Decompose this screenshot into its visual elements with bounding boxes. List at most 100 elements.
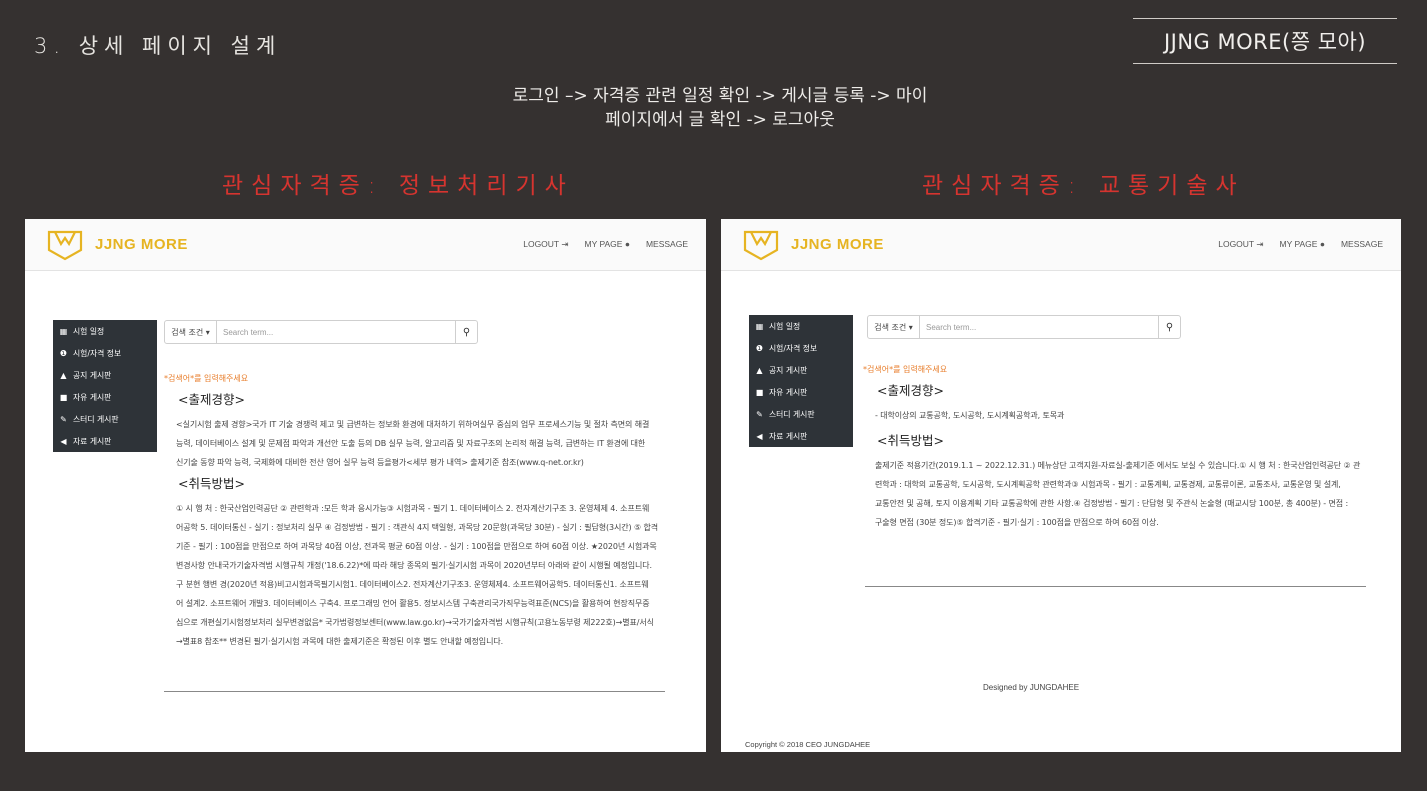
navbar: JJNG MORE LOGOUT ⇥ MY PAGE ● MESSAGE — [721, 219, 1401, 271]
nav-links: LOGOUT ⇥ MY PAGE ● MESSAGE — [523, 239, 688, 250]
sidebar-item-label: 공지 게시판 — [769, 365, 808, 375]
screenshot-info-processing: JJNG MORE LOGOUT ⇥ MY PAGE ● MESSAGE ▦ 시험… — [25, 219, 706, 752]
logout-label: LOGOUT — [1218, 239, 1254, 249]
search-hint: *검색어*를 입력해주세요 — [164, 374, 249, 383]
acquire-paragraph: ① 시 행 처 : 한국산업인력공단 ② 관련학과 :모든 학과 응시가능③ 시… — [164, 499, 694, 651]
logo[interactable]: JJNG MORE — [45, 228, 188, 262]
logout-icon: ⇥ — [561, 239, 569, 249]
mypage-label: MY PAGE — [584, 239, 623, 249]
sidebar-item-notice[interactable]: ▲ 공지 게시판 — [749, 359, 853, 381]
sidebar-item-label: 시험/자격 정보 — [769, 343, 818, 353]
logo-icon — [743, 230, 779, 260]
text-line: 기준 - 필기 : 100점을 만점으로 하여 과목당 40점 이상, 전과목 … — [176, 542, 657, 551]
section-title-acquire: <취득방법> — [877, 433, 944, 448]
divider — [865, 586, 1366, 587]
user-flow: 로그인 –> 자격증 관련 일정 확인 -> 게시글 등록 -> 마이 페이지에… — [0, 84, 1427, 132]
sidebar: ▦ 시험 일정 ❶ 시험/자격 정보 ▲ 공지 게시판 ■ 자유 게시판 ✎ 스터디 게시… — [53, 320, 157, 452]
share-icon: ◀ — [756, 431, 763, 441]
trend-paragraph: - 대학이상의 교통공학, 도시공학, 도시계획공학과, 토목과 — [863, 406, 1393, 425]
divider — [164, 691, 665, 692]
logout-link[interactable]: LOGOUT ⇥ — [523, 239, 568, 250]
search-icon: ⚲ — [462, 326, 471, 338]
sidebar-item-exam-info[interactable]: ❶ 시험/자격 정보 — [749, 337, 853, 359]
flow-line-1: 로그인 –> 자격증 관련 일정 확인 -> 게시글 등록 -> 마이 — [512, 86, 928, 106]
text-line: 능력, 데이터베이스 설계 및 문제점 파악과 개선안 도출 등의 DB 실무 … — [176, 439, 646, 448]
flow-line-2: 페이지에서 글 확인 -> 로그아웃 — [605, 110, 835, 130]
calendar-icon: ▦ — [755, 321, 764, 331]
interest-left: 관심자격증: 정보처리기사 — [222, 173, 574, 199]
logo-text: JJNG MORE — [791, 236, 884, 253]
message-link[interactable]: MESSAGE — [1341, 239, 1383, 250]
sidebar-item-free-board[interactable]: ■ 자유 게시판 — [53, 386, 157, 408]
search-icon: ⚲ — [1165, 321, 1174, 333]
sidebar-item-resource-board[interactable]: ◀ 자료 게시판 — [749, 425, 853, 447]
sidebar-item-study-board[interactable]: ✎ 스터디 게시판 — [749, 403, 853, 425]
pencil-icon: ✎ — [756, 409, 763, 419]
sidebar-item-label: 공지 게시판 — [73, 370, 112, 380]
sidebar-item-label: 자료 게시판 — [73, 436, 112, 446]
mypage-label: MY PAGE — [1279, 239, 1318, 249]
sidebar-item-study-board[interactable]: ✎ 스터디 게시판 — [53, 408, 157, 430]
sidebar-item-label: 자료 게시판 — [769, 431, 808, 441]
bell-icon: ▲ — [756, 365, 763, 375]
text-line: 신기술 동향 파악 능력, 국제화에 대비한 전산 영어 실무 능력 등을평가<… — [176, 458, 584, 467]
nav-links: LOGOUT ⇥ MY PAGE ● MESSAGE — [1218, 239, 1383, 250]
user-icon: ● — [624, 239, 630, 249]
sidebar-item-free-board[interactable]: ■ 자유 게시판 — [749, 381, 853, 403]
bell-icon: ▲ — [60, 370, 67, 380]
text-line: 어공학 5. 데이터통신 - 실기 : 정보처리 실무 ④ 검정방법 - 필기 … — [176, 523, 659, 532]
logo[interactable]: JJNG MORE — [741, 228, 884, 262]
mypage-link[interactable]: MY PAGE ● — [584, 239, 629, 250]
screenshot-traffic-engineer: JJNG MORE LOGOUT ⇥ MY PAGE ● MESSAGE ▦ 시험… — [721, 219, 1401, 752]
sidebar-item-resource-board[interactable]: ◀ 자료 게시판 — [53, 430, 157, 452]
mypage-link[interactable]: MY PAGE ● — [1279, 239, 1324, 250]
slide-title: 3. 상세 페이지 설계 — [34, 34, 282, 58]
share-icon: ◀ — [60, 436, 67, 446]
search-input[interactable]: Search term... — [217, 321, 455, 343]
brand-title: JJNG MORE(쯩 모아) — [1133, 18, 1397, 64]
navbar: JJNG MORE LOGOUT ⇥ MY PAGE ● MESSAGE — [25, 219, 706, 271]
acquire-paragraph: 출제기준 적용기간(2019.1.1 ~ 2022.12.31.) 메뉴상단 고… — [863, 456, 1393, 532]
search-bar: 검색 조건 ▾ Search term... ⚲ — [164, 320, 478, 344]
search-condition-dropdown[interactable]: 검색 조건 ▾ — [165, 321, 217, 343]
search-hint: *검색어*를 입력해주세요 — [863, 365, 948, 374]
content-area: *검색어*를 입력해주세요 <출제경향> <실기시험 출제 경향>국가 IT 기… — [164, 369, 694, 651]
section-title-trend: <출제경향> — [877, 383, 944, 398]
text-line: ① 시 행 처 : 한국산업인력공단 ② 관련학과 :모든 학과 응시가능③ 시… — [176, 504, 650, 513]
info-icon: ❶ — [59, 348, 68, 358]
text-line: 구술형 면접 (30분 정도)⑤ 합격기준 - 필기·실기 : 100점을 만점… — [875, 518, 1159, 527]
sidebar-item-notice[interactable]: ▲ 공지 게시판 — [53, 364, 157, 386]
sidebar-item-label: 스터디 게시판 — [769, 409, 815, 419]
sidebar-item-label: 시험/자격 정보 — [73, 348, 122, 358]
text-line: 구 분현 행변 경(2020년 적용)비고시험과목필기시험1. 데이터베이스2.… — [176, 580, 649, 589]
designed-by: Designed by JUNGDAHEE — [983, 683, 1080, 692]
sidebar-item-label: 시험 일정 — [73, 326, 105, 336]
search-input[interactable]: Search term... — [920, 316, 1158, 338]
logout-link[interactable]: LOGOUT ⇥ — [1218, 239, 1263, 250]
logo-text: JJNG MORE — [95, 236, 188, 253]
search-button[interactable]: ⚲ — [455, 321, 477, 343]
logout-icon: ⇥ — [1256, 239, 1264, 249]
message-link[interactable]: MESSAGE — [646, 239, 688, 250]
interest-right: 관심자격증: 교통기술사 — [922, 173, 1245, 199]
sidebar-item-exam-info[interactable]: ❶ 시험/자격 정보 — [53, 342, 157, 364]
sidebar-item-exam-schedule[interactable]: ▦ 시험 일정 — [749, 315, 853, 337]
text-line: 출제기준 적용기간(2019.1.1 ~ 2022.12.31.) 메뉴상단 고… — [875, 461, 1361, 470]
text-line: 련학과 : 대학의 교통공학, 도시공학, 도시계획공학 관련학과③ 시험과목 … — [875, 480, 1341, 489]
sidebar: ▦ 시험 일정 ❶ 시험/자격 정보 ▲ 공지 게시판 ■ 자유 게시판 ✎ 스터디 게시… — [749, 315, 853, 447]
sidebar-item-label: 스터디 게시판 — [73, 414, 119, 424]
sidebar-item-exam-schedule[interactable]: ▦ 시험 일정 — [53, 320, 157, 342]
sidebar-item-label: 시험 일정 — [769, 321, 801, 331]
text-line: →별표8 참조** 변경된 필기·실기시험 과목에 대한 출제기준은 확정된 이… — [176, 637, 504, 646]
user-icon: ● — [1319, 239, 1325, 249]
pencil-icon: ✎ — [60, 414, 67, 424]
calendar-icon: ▦ — [59, 326, 68, 336]
text-line: - 대학이상의 교통공학, 도시공학, 도시계획공학과, 토목과 — [875, 411, 1065, 420]
text-line: 변경사항 안내국가기술자격법 시행규칙 개정('18.6.22)*에 따라 해당… — [176, 561, 652, 570]
info-icon: ❶ — [755, 343, 764, 353]
content-area: *검색어*를 입력해주세요 <출제경향> - 대학이상의 교통공학, 도시공학,… — [863, 360, 1393, 532]
search-button[interactable]: ⚲ — [1158, 316, 1180, 338]
section-title-trend: <출제경향> — [178, 392, 245, 407]
search-bar: 검색 조건 ▾ Search term... ⚲ — [867, 315, 1181, 339]
search-condition-dropdown[interactable]: 검색 조건 ▾ — [868, 316, 920, 338]
